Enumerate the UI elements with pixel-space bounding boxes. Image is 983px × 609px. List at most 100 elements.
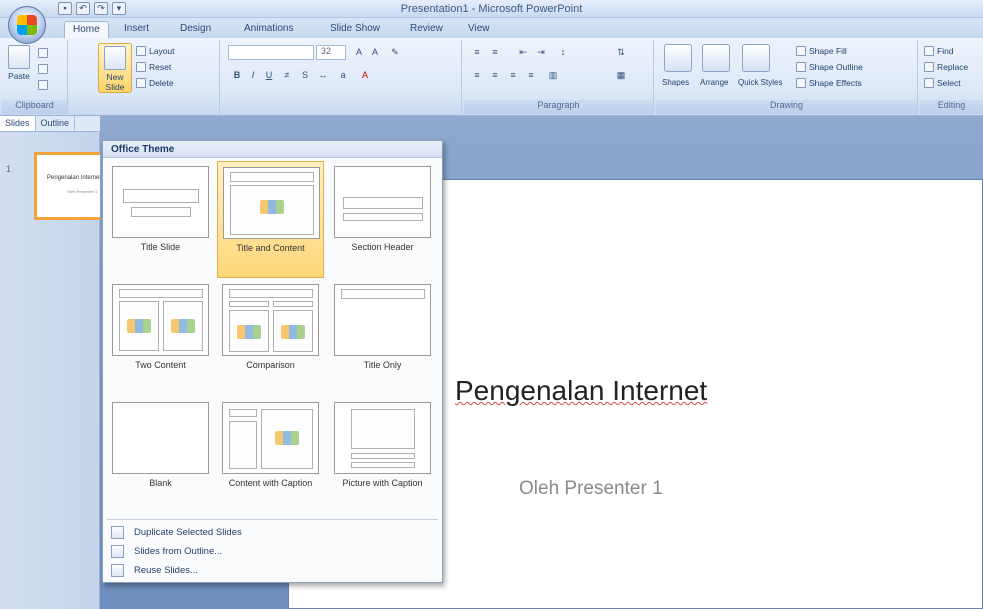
select-button[interactable]: Select bbox=[924, 76, 961, 89]
tab-animations[interactable]: Animations bbox=[236, 21, 301, 38]
layout-blank[interactable]: Blank bbox=[107, 397, 214, 514]
numbering-button[interactable]: ≡ bbox=[488, 45, 502, 59]
tab-slide-show[interactable]: Slide Show bbox=[322, 21, 388, 38]
slides-group: New Slide Layout Reset Delete bbox=[70, 40, 220, 114]
shadow-button[interactable]: S bbox=[298, 68, 312, 82]
layout-preview bbox=[112, 166, 209, 238]
quick-styles-icon[interactable] bbox=[742, 44, 770, 72]
change-case-button[interactable]: a bbox=[336, 68, 350, 82]
reset-button[interactable]: Reset bbox=[136, 60, 171, 73]
layout-preview bbox=[112, 284, 209, 356]
layout-two-content[interactable]: Two Content bbox=[107, 279, 214, 396]
font-size-field[interactable]: 32 bbox=[316, 45, 346, 60]
office-logo-icon bbox=[17, 15, 37, 35]
tab-view[interactable]: View bbox=[460, 21, 498, 38]
clipboard-group-label: Clipboard bbox=[2, 100, 67, 114]
slide-title[interactable]: Pengenalan Internet bbox=[455, 375, 707, 407]
tab-home[interactable]: Home bbox=[64, 21, 109, 38]
slide-subtitle[interactable]: Oleh Presenter 1 bbox=[519, 478, 663, 500]
layout-preview bbox=[222, 284, 319, 356]
content-placeholder-icon bbox=[260, 200, 284, 214]
shapes-button[interactable]: Shapes bbox=[662, 76, 689, 89]
quick-styles-button[interactable]: Quick Styles bbox=[738, 76, 782, 89]
format-painter-icon bbox=[38, 79, 48, 90]
layout-title-only[interactable]: Title Only bbox=[329, 279, 436, 396]
copy-icon bbox=[38, 63, 48, 74]
content-placeholder-icon bbox=[171, 319, 195, 333]
tab-outline[interactable]: Outline bbox=[36, 116, 76, 131]
reuse-slides-icon bbox=[111, 563, 124, 577]
character-spacing-button[interactable]: ↔ bbox=[316, 68, 330, 82]
layout-preview bbox=[334, 166, 431, 238]
columns-button[interactable]: ▥ bbox=[546, 68, 560, 82]
new-slide-button[interactable]: New Slide bbox=[98, 43, 132, 93]
shape-effects-button[interactable]: Shape Effects bbox=[796, 76, 862, 89]
shape-outline-button[interactable]: Shape Outline bbox=[796, 60, 863, 73]
cut-button[interactable] bbox=[38, 46, 48, 59]
slides-from-outline-item[interactable]: Slides from Outline... bbox=[107, 542, 437, 560]
layout-title-and-content[interactable]: Title and Content bbox=[217, 161, 324, 278]
layout-button[interactable]: Layout bbox=[136, 44, 175, 57]
tab-review[interactable]: Review bbox=[402, 21, 451, 38]
bullets-button[interactable]: ≡ bbox=[470, 45, 484, 59]
arrange-icon[interactable] bbox=[702, 44, 730, 72]
decrease-indent-button[interactable]: ⇤ bbox=[516, 45, 530, 59]
replace-button[interactable]: Replace bbox=[924, 60, 968, 73]
text-direction-button[interactable]: ⇅ bbox=[614, 45, 628, 59]
layout-title-slide[interactable]: Title Slide bbox=[107, 161, 214, 278]
grow-font-button[interactable]: A bbox=[352, 45, 366, 59]
reuse-slides-item[interactable]: Reuse Slides... bbox=[107, 561, 437, 579]
find-button[interactable]: Find bbox=[924, 44, 954, 57]
find-icon bbox=[924, 45, 934, 56]
thumbnail-number: 1 bbox=[6, 164, 12, 174]
reset-icon bbox=[136, 61, 146, 72]
layout-section-header[interactable]: Section Header bbox=[329, 161, 436, 278]
align-right-button[interactable]: ≡ bbox=[506, 68, 520, 82]
align-left-button[interactable]: ≡ bbox=[470, 68, 484, 82]
increase-indent-button[interactable]: ⇥ bbox=[534, 45, 548, 59]
shape-fill-button[interactable]: Shape Fill bbox=[796, 44, 847, 57]
new-slide-icon bbox=[104, 46, 126, 70]
tab-slides[interactable]: Slides bbox=[0, 116, 36, 131]
font-name-field[interactable] bbox=[228, 45, 314, 60]
slides-pane: Slides Outline 1 Pengenalan Internet Ole… bbox=[0, 116, 120, 609]
italic-button[interactable]: I bbox=[246, 68, 260, 82]
bold-button[interactable]: B bbox=[230, 68, 244, 82]
content-placeholder-icon bbox=[237, 325, 261, 339]
align-center-button[interactable]: ≡ bbox=[488, 68, 502, 82]
duplicate-selected-slides-item[interactable]: Duplicate Selected Slides bbox=[107, 523, 437, 541]
cut-icon bbox=[38, 47, 48, 58]
line-spacing-button[interactable]: ↕ bbox=[556, 45, 570, 59]
font-color-button[interactable]: A bbox=[358, 68, 372, 82]
editing-group: Find Replace Select Editing bbox=[920, 40, 983, 114]
shape-outline-icon bbox=[796, 61, 806, 72]
layout-preview bbox=[222, 402, 319, 474]
layout-preview bbox=[334, 402, 431, 474]
layout-picture-with-caption[interactable]: Picture with Caption bbox=[329, 397, 436, 514]
delete-slide-button[interactable]: Delete bbox=[136, 76, 174, 89]
shapes-icon[interactable] bbox=[664, 44, 692, 72]
layout-comparison[interactable]: Comparison bbox=[217, 279, 324, 396]
clear-formatting-button[interactable]: ✎ bbox=[388, 45, 402, 59]
layout-preview bbox=[112, 402, 209, 474]
office-button[interactable] bbox=[8, 6, 46, 44]
paragraph-group: ≡ ≡ ⇤ ⇥ ↕ ≡ ≡ ≡ ≡ ▥ ⇅ ▦ Paragraph bbox=[464, 40, 654, 114]
replace-icon bbox=[924, 61, 934, 72]
new-slide-dropdown: Office Theme Title Slide Title and Conte… bbox=[102, 140, 443, 583]
tab-insert[interactable]: Insert bbox=[116, 21, 157, 38]
paste-button[interactable]: Paste bbox=[4, 43, 34, 93]
arrange-button[interactable]: Arrange bbox=[700, 76, 728, 89]
window-title: Presentation1 - Microsoft PowerPoint bbox=[400, 3, 583, 15]
shrink-font-button[interactable]: A bbox=[368, 45, 382, 59]
smartart-button[interactable]: ▦ bbox=[614, 68, 628, 82]
underline-button[interactable]: U bbox=[262, 68, 276, 82]
format-painter-button[interactable] bbox=[38, 78, 48, 91]
strikethrough-button[interactable]: ≠ bbox=[280, 68, 294, 82]
tab-design[interactable]: Design bbox=[172, 21, 219, 38]
copy-button[interactable] bbox=[38, 62, 48, 75]
layout-content-with-caption[interactable]: Content with Caption bbox=[217, 397, 324, 514]
justify-button[interactable]: ≡ bbox=[524, 68, 538, 82]
layout-icon bbox=[136, 45, 146, 56]
thumbnail-subtitle: Oleh Presenter 1 bbox=[67, 189, 98, 194]
shape-effects-icon bbox=[796, 77, 806, 88]
